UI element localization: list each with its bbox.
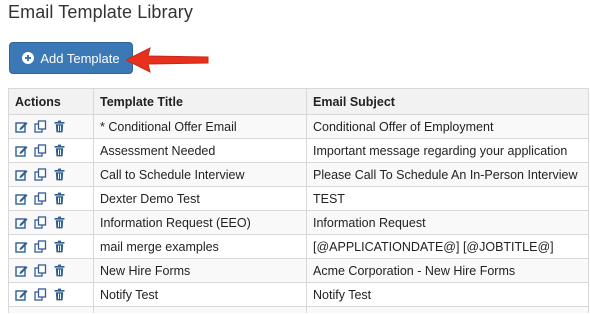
copy-icon[interactable] — [34, 288, 47, 301]
edit-icon[interactable] — [15, 144, 28, 157]
trash-icon[interactable] — [53, 240, 66, 253]
table-row: Notify Test Notify Test — [8, 282, 589, 307]
email-subject-cell: [@APPLICATIONDATE@] [@JOBTITLE@] — [306, 234, 589, 259]
email-subject-cell: Please Call To Schedule An In-Person Int… — [306, 162, 589, 187]
email-subject-cell: Notify Test — [306, 282, 589, 307]
email-subject-cell: Conditional Offer of Employment — [306, 114, 589, 139]
edit-icon[interactable] — [15, 168, 28, 181]
row-actions — [8, 186, 94, 211]
template-title-cell[interactable]: Assessment Needed — [93, 138, 307, 163]
edit-icon[interactable] — [15, 264, 28, 277]
table-row: Assessment Needed Important message regar… — [8, 138, 589, 163]
add-template-button[interactable]: Add Template — [9, 42, 133, 74]
template-title-cell[interactable]: mail merge examples — [93, 234, 307, 259]
row-actions — [8, 282, 94, 307]
edit-icon[interactable] — [15, 192, 28, 205]
trash-icon[interactable] — [53, 192, 66, 205]
copy-icon[interactable] — [34, 192, 47, 205]
row-actions — [8, 114, 94, 139]
trash-icon[interactable] — [53, 264, 66, 277]
template-title-cell[interactable]: Call to Schedule Interview — [93, 162, 307, 187]
template-title-cell[interactable]: Dexter Demo Test — [93, 186, 307, 211]
table-row: * Conditional Offer Email Conditional Off… — [8, 114, 589, 139]
trash-icon[interactable] — [53, 168, 66, 181]
table-row: Call to Schedule Interview Please Call To… — [8, 162, 589, 187]
copy-icon[interactable] — [34, 168, 47, 181]
template-title-cell[interactable]: Information Request (EEO) — [93, 210, 307, 235]
row-actions — [8, 138, 94, 163]
trash-icon[interactable] — [53, 216, 66, 229]
copy-icon[interactable] — [34, 216, 47, 229]
edit-icon[interactable] — [15, 240, 28, 253]
template-title-cell[interactable]: * Conditional Offer Email — [93, 114, 307, 139]
column-header-actions[interactable]: Actions — [8, 88, 94, 115]
partial-cell — [8, 306, 94, 313]
row-actions — [8, 234, 94, 259]
trash-icon[interactable] — [53, 144, 66, 157]
row-actions — [8, 162, 94, 187]
trash-icon[interactable] — [53, 120, 66, 133]
column-header-title[interactable]: Template Title — [93, 88, 307, 115]
edit-icon[interactable] — [15, 216, 28, 229]
edit-icon[interactable] — [15, 288, 28, 301]
partial-cell — [306, 306, 589, 313]
table-row-partial — [8, 306, 589, 313]
table-row: Information Request (EEO) Information Req… — [8, 210, 589, 235]
callout-arrow — [126, 47, 209, 73]
template-table: Actions Template Title Email Subject * C… — [8, 88, 589, 313]
template-title-cell[interactable]: New Hire Forms — [93, 258, 307, 283]
copy-icon[interactable] — [34, 264, 47, 277]
page-title: Email Template Library — [8, 2, 193, 22]
table-header-row: Actions Template Title Email Subject — [8, 88, 589, 115]
copy-icon[interactable] — [34, 144, 47, 157]
copy-icon[interactable] — [34, 120, 47, 133]
add-template-label: Add Template — [40, 50, 120, 66]
email-subject-cell: Important message regarding your applica… — [306, 138, 589, 163]
plus-circle-icon — [22, 52, 35, 64]
row-actions — [8, 210, 94, 235]
email-subject-cell: TEST — [306, 186, 589, 211]
table-row: Dexter Demo Test TEST — [8, 186, 589, 211]
row-actions — [8, 258, 94, 283]
column-header-subject[interactable]: Email Subject — [306, 88, 589, 115]
table-row: New Hire Forms Acme Corporation - New Hir… — [8, 258, 589, 283]
email-subject-cell: Acme Corporation - New Hire Forms — [306, 258, 589, 283]
edit-icon[interactable] — [15, 120, 28, 133]
trash-icon[interactable] — [53, 288, 66, 301]
email-subject-cell: Information Request — [306, 210, 589, 235]
copy-icon[interactable] — [34, 240, 47, 253]
template-title-cell[interactable]: Notify Test — [93, 282, 307, 307]
partial-cell — [93, 306, 307, 313]
table-row: mail merge examples [@APPLICATIONDATE@] [… — [8, 234, 589, 259]
